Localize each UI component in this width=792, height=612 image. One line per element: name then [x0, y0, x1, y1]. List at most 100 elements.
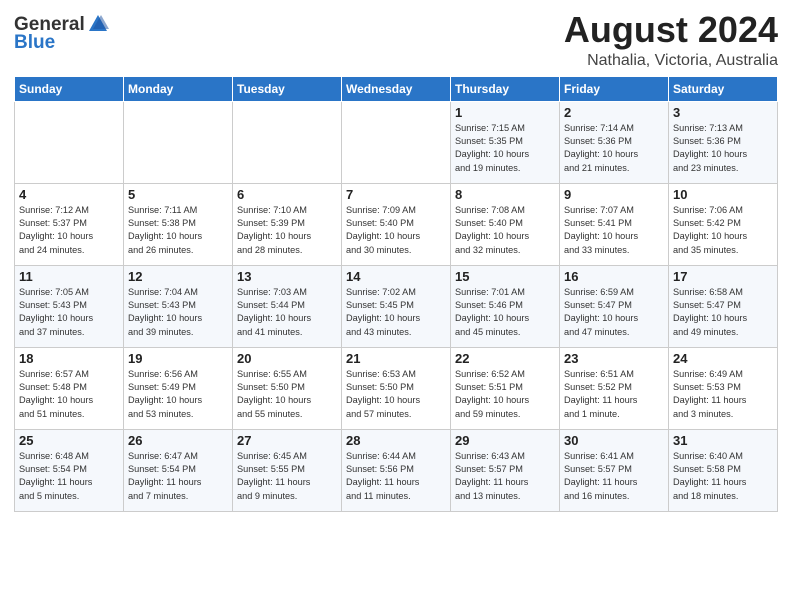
- page-header: General Blue August 2024 Nathalia, Victo…: [14, 10, 778, 70]
- day-number: 22: [455, 351, 555, 366]
- day-number: 15: [455, 269, 555, 284]
- day-info: Sunrise: 7:14 AMSunset: 5:36 PMDaylight:…: [564, 122, 664, 175]
- day-number: 1: [455, 105, 555, 120]
- table-row: 22 Sunrise: 6:52 AMSunset: 5:51 PMDayligh…: [451, 347, 560, 429]
- day-info: Sunrise: 7:11 AMSunset: 5:38 PMDaylight:…: [128, 204, 228, 257]
- col-friday: Friday: [560, 76, 669, 101]
- table-row: 23 Sunrise: 6:51 AMSunset: 5:52 PMDayligh…: [560, 347, 669, 429]
- logo-blue-text: Blue: [14, 32, 55, 54]
- day-info: Sunrise: 6:51 AMSunset: 5:52 PMDaylight:…: [564, 368, 664, 421]
- title-block: August 2024 Nathalia, Victoria, Australi…: [564, 10, 778, 70]
- day-info: Sunrise: 7:06 AMSunset: 5:42 PMDaylight:…: [673, 204, 773, 257]
- logo-icon: [87, 13, 109, 35]
- day-number: 28: [346, 433, 446, 448]
- calendar-week-row: 25Sunrise: 6:48 AMSunset: 5:54 PMDayligh…: [15, 429, 778, 511]
- table-row: 11 Sunrise: 7:05 AMSunset: 5:43 PMDayligh…: [15, 265, 124, 347]
- day-info: Sunrise: 6:43 AMSunset: 5:57 PMDaylight:…: [455, 450, 555, 503]
- day-info: Sunrise: 7:07 AMSunset: 5:41 PMDaylight:…: [564, 204, 664, 257]
- day-info: Sunrise: 6:49 AMSunset: 5:53 PMDaylight:…: [673, 368, 773, 421]
- table-row: 6Sunrise: 7:10 AMSunset: 5:39 PMDaylight…: [233, 183, 342, 265]
- col-sunday: Sunday: [15, 76, 124, 101]
- day-info: Sunrise: 6:48 AMSunset: 5:54 PMDaylight:…: [19, 450, 119, 503]
- day-info: Sunrise: 6:40 AMSunset: 5:58 PMDaylight:…: [673, 450, 773, 503]
- day-number: 11: [19, 269, 119, 284]
- table-row: 17Sunrise: 6:58 AMSunset: 5:47 PMDayligh…: [669, 265, 778, 347]
- table-row: [124, 101, 233, 183]
- day-info: Sunrise: 6:53 AMSunset: 5:50 PMDaylight:…: [346, 368, 446, 421]
- table-row: 16Sunrise: 6:59 AMSunset: 5:47 PMDayligh…: [560, 265, 669, 347]
- logo: General Blue: [14, 14, 109, 54]
- table-row: 14Sunrise: 7:02 AMSunset: 5:45 PMDayligh…: [342, 265, 451, 347]
- table-row: 12 Sunrise: 7:04 AMSunset: 5:43 PMDayligh…: [124, 265, 233, 347]
- table-row: 21 Sunrise: 6:53 AMSunset: 5:50 PMDayligh…: [342, 347, 451, 429]
- table-row: 27Sunrise: 6:45 AMSunset: 5:55 PMDayligh…: [233, 429, 342, 511]
- day-number: 10: [673, 187, 773, 202]
- day-info: Sunrise: 7:13 AMSunset: 5:36 PMDaylight:…: [673, 122, 773, 175]
- day-number: 18: [19, 351, 119, 366]
- col-monday: Monday: [124, 76, 233, 101]
- table-row: 18 Sunrise: 6:57 AMSunset: 5:48 PMDayligh…: [15, 347, 124, 429]
- day-info: Sunrise: 7:04 AMSunset: 5:43 PMDaylight:…: [128, 286, 228, 339]
- table-row: 15 Sunrise: 7:01 AMSunset: 5:46 PMDayligh…: [451, 265, 560, 347]
- day-info: Sunrise: 6:59 AMSunset: 5:47 PMDaylight:…: [564, 286, 664, 339]
- day-number: 4: [19, 187, 119, 202]
- table-row: 4Sunrise: 7:12 AMSunset: 5:37 PMDaylight…: [15, 183, 124, 265]
- day-number: 26: [128, 433, 228, 448]
- day-info: Sunrise: 6:44 AMSunset: 5:56 PMDaylight:…: [346, 450, 446, 503]
- day-info: Sunrise: 7:09 AMSunset: 5:40 PMDaylight:…: [346, 204, 446, 257]
- day-number: 7: [346, 187, 446, 202]
- day-info: Sunrise: 7:08 AMSunset: 5:40 PMDaylight:…: [455, 204, 555, 257]
- table-row: 13Sunrise: 7:03 AMSunset: 5:44 PMDayligh…: [233, 265, 342, 347]
- day-number: 2: [564, 105, 664, 120]
- day-info: Sunrise: 6:57 AMSunset: 5:48 PMDaylight:…: [19, 368, 119, 421]
- table-row: 28 Sunrise: 6:44 AMSunset: 5:56 PMDayligh…: [342, 429, 451, 511]
- day-info: Sunrise: 6:55 AMSunset: 5:50 PMDaylight:…: [237, 368, 337, 421]
- calendar-header-row: Sunday Monday Tuesday Wednesday Thursday…: [15, 76, 778, 101]
- day-number: 17: [673, 269, 773, 284]
- table-row: 26 Sunrise: 6:47 AMSunset: 5:54 PMDayligh…: [124, 429, 233, 511]
- day-number: 31: [673, 433, 773, 448]
- day-number: 12: [128, 269, 228, 284]
- calendar-week-row: 18 Sunrise: 6:57 AMSunset: 5:48 PMDayligh…: [15, 347, 778, 429]
- day-number: 19: [128, 351, 228, 366]
- month-year-title: August 2024: [564, 10, 778, 50]
- calendar-week-row: 11 Sunrise: 7:05 AMSunset: 5:43 PMDayligh…: [15, 265, 778, 347]
- table-row: 8 Sunrise: 7:08 AMSunset: 5:40 PMDaylight…: [451, 183, 560, 265]
- table-row: 19Sunrise: 6:56 AMSunset: 5:49 PMDayligh…: [124, 347, 233, 429]
- calendar-week-row: 4Sunrise: 7:12 AMSunset: 5:37 PMDaylight…: [15, 183, 778, 265]
- day-info: Sunrise: 7:15 AMSunset: 5:35 PMDaylight:…: [455, 122, 555, 175]
- col-saturday: Saturday: [669, 76, 778, 101]
- table-row: 9 Sunrise: 7:07 AMSunset: 5:41 PMDaylight…: [560, 183, 669, 265]
- day-number: 8: [455, 187, 555, 202]
- day-number: 3: [673, 105, 773, 120]
- day-info: Sunrise: 6:47 AMSunset: 5:54 PMDaylight:…: [128, 450, 228, 503]
- calendar-table: Sunday Monday Tuesday Wednesday Thursday…: [14, 76, 778, 512]
- day-number: 5: [128, 187, 228, 202]
- table-row: 24 Sunrise: 6:49 AMSunset: 5:53 PMDayligh…: [669, 347, 778, 429]
- day-info: Sunrise: 6:41 AMSunset: 5:57 PMDaylight:…: [564, 450, 664, 503]
- table-row: [342, 101, 451, 183]
- table-row: 1 Sunrise: 7:15 AMSunset: 5:35 PMDaylight…: [451, 101, 560, 183]
- day-number: 30: [564, 433, 664, 448]
- day-number: 23: [564, 351, 664, 366]
- table-row: 20 Sunrise: 6:55 AMSunset: 5:50 PMDayligh…: [233, 347, 342, 429]
- table-row: 10 Sunrise: 7:06 AMSunset: 5:42 PMDayligh…: [669, 183, 778, 265]
- day-number: 9: [564, 187, 664, 202]
- table-row: 2 Sunrise: 7:14 AMSunset: 5:36 PMDaylight…: [560, 101, 669, 183]
- day-number: 20: [237, 351, 337, 366]
- table-row: 3 Sunrise: 7:13 AMSunset: 5:36 PMDaylight…: [669, 101, 778, 183]
- table-row: [15, 101, 124, 183]
- col-thursday: Thursday: [451, 76, 560, 101]
- location-subtitle: Nathalia, Victoria, Australia: [564, 52, 778, 70]
- day-number: 21: [346, 351, 446, 366]
- day-number: 24: [673, 351, 773, 366]
- table-row: 30 Sunrise: 6:41 AMSunset: 5:57 PMDayligh…: [560, 429, 669, 511]
- day-number: 6: [237, 187, 337, 202]
- table-row: 29Sunrise: 6:43 AMSunset: 5:57 PMDayligh…: [451, 429, 560, 511]
- day-info: Sunrise: 7:01 AMSunset: 5:46 PMDaylight:…: [455, 286, 555, 339]
- table-row: [233, 101, 342, 183]
- day-info: Sunrise: 6:52 AMSunset: 5:51 PMDaylight:…: [455, 368, 555, 421]
- day-info: Sunrise: 7:02 AMSunset: 5:45 PMDaylight:…: [346, 286, 446, 339]
- day-info: Sunrise: 7:03 AMSunset: 5:44 PMDaylight:…: [237, 286, 337, 339]
- day-info: Sunrise: 7:05 AMSunset: 5:43 PMDaylight:…: [19, 286, 119, 339]
